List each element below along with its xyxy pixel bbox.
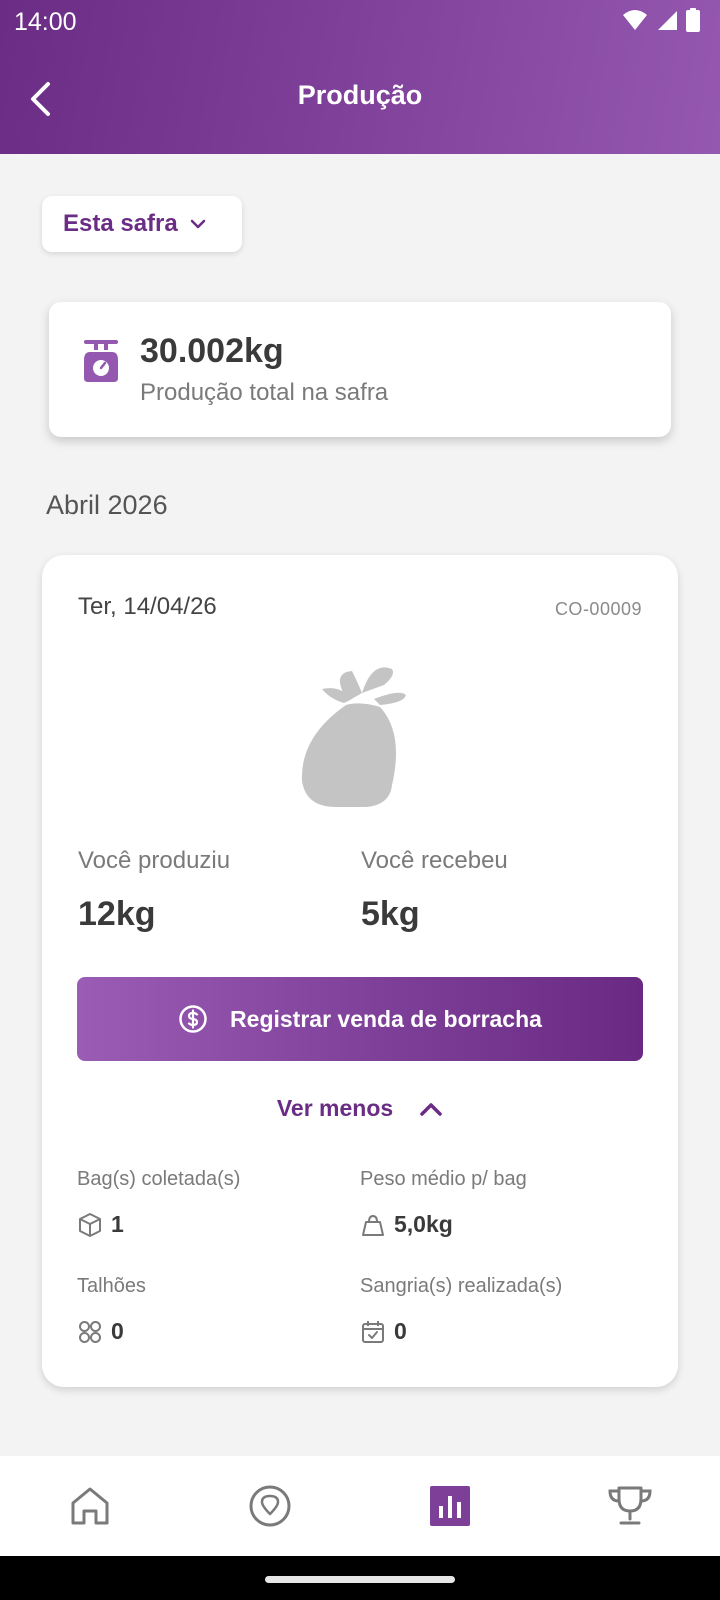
grid-circles-icon bbox=[79, 1320, 101, 1343]
received-value: 5kg bbox=[361, 895, 420, 933]
avg-weight-row: 5,0kg bbox=[360, 1211, 453, 1238]
status-time: 14:00 bbox=[14, 8, 77, 36]
nav-achievements[interactable] bbox=[540, 1456, 720, 1556]
app-header: 14:00 Produção bbox=[0, 0, 720, 154]
system-gesture-bar bbox=[0, 1556, 720, 1600]
bags-collected-row: 1 bbox=[77, 1211, 124, 1238]
nav-home[interactable] bbox=[0, 1456, 180, 1556]
bags-collected-label: Bag(s) coletada(s) bbox=[77, 1168, 241, 1190]
chevron-up-icon bbox=[420, 1102, 442, 1116]
weight-icon bbox=[362, 1214, 384, 1236]
location-pin-icon bbox=[249, 1485, 291, 1527]
record-date: Ter, 14/04/26 bbox=[78, 593, 217, 620]
page-title: Produção bbox=[297, 80, 423, 110]
home-gesture-handle[interactable] bbox=[265, 1576, 455, 1583]
show-less-label: Ver menos bbox=[276, 1095, 394, 1121]
cube-icon bbox=[79, 1212, 101, 1237]
plots-label: Talhões bbox=[77, 1275, 146, 1297]
nav-production[interactable] bbox=[360, 1456, 540, 1556]
wifi-icon bbox=[623, 10, 647, 30]
plots-row: 0 bbox=[77, 1318, 124, 1345]
calendar-check-icon bbox=[362, 1320, 384, 1343]
produced-label: Você produziu bbox=[78, 847, 231, 874]
avg-weight-label: Peso médio p/ bag bbox=[360, 1168, 527, 1190]
home-icon bbox=[71, 1487, 109, 1525]
tappings-row: 0 bbox=[360, 1318, 407, 1345]
total-production-card: 30.002kg Produção total na safra bbox=[49, 302, 671, 437]
avg-weight-value: 5,0kg bbox=[394, 1211, 453, 1237]
month-heading: Abril 2026 bbox=[46, 490, 168, 520]
register-rubber-sale-button[interactable]: Registrar venda de borracha bbox=[77, 977, 643, 1061]
dollar-circle-icon bbox=[179, 1005, 207, 1033]
chevron-down-icon bbox=[190, 219, 205, 229]
record-code: CO-00009 bbox=[554, 599, 642, 619]
produced-value: 12kg bbox=[78, 895, 156, 933]
nav-location[interactable] bbox=[180, 1456, 360, 1556]
signal-icon bbox=[658, 11, 677, 30]
total-production-caption: Produção total na safra bbox=[140, 379, 389, 406]
bag-illustration bbox=[301, 667, 406, 807]
production-record-card: Ter, 14/04/26 CO-00009 Você produziu 12k… bbox=[42, 555, 678, 1387]
season-filter-label: Esta safra bbox=[63, 210, 178, 237]
scale-icon bbox=[84, 340, 118, 382]
bottom-navigation bbox=[0, 1456, 720, 1556]
trophy-icon bbox=[608, 1486, 652, 1525]
status-bar: 14:00 bbox=[0, 0, 720, 44]
bar-chart-icon bbox=[430, 1486, 470, 1526]
plots-value: 0 bbox=[111, 1318, 124, 1344]
bags-collected-value: 1 bbox=[111, 1211, 124, 1237]
battery-icon bbox=[686, 8, 700, 32]
total-production-value: 30.002kg bbox=[140, 332, 284, 370]
show-less-toggle[interactable]: Ver menos bbox=[42, 1095, 678, 1122]
received-label: Você recebeu bbox=[361, 847, 508, 874]
status-icons bbox=[622, 8, 700, 32]
register-rubber-sale-label: Registrar venda de borracha bbox=[230, 1005, 542, 1032]
tappings-label: Sangria(s) realizada(s) bbox=[360, 1275, 563, 1297]
season-filter-dropdown[interactable]: Esta safra bbox=[42, 196, 242, 252]
tappings-value: 0 bbox=[394, 1318, 407, 1344]
